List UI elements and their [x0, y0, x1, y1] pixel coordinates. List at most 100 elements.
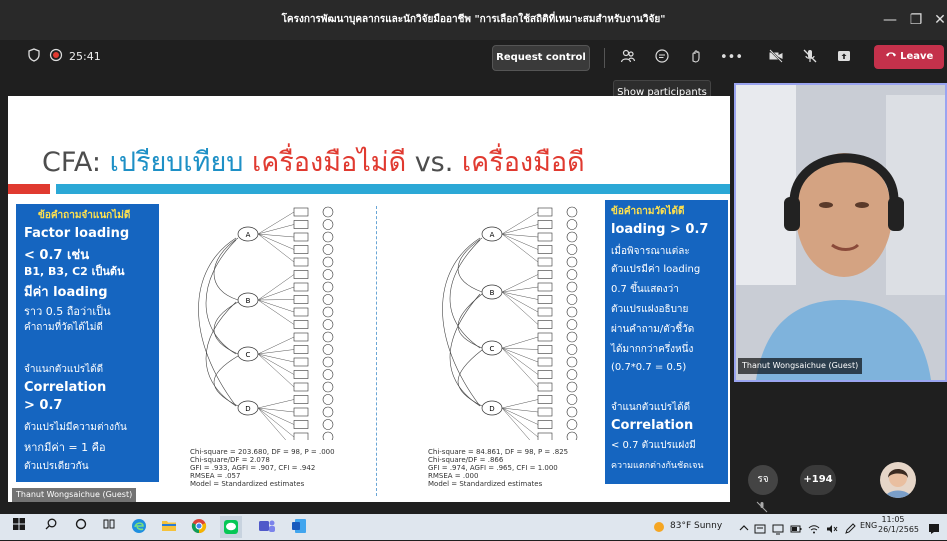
search-icon[interactable] [42, 518, 60, 536]
edge-icon[interactable] [130, 518, 148, 536]
meeting-timer: 25:41 [69, 50, 101, 63]
loading-path [501, 233, 539, 263]
participant-video[interactable] [734, 83, 947, 382]
word-icon[interactable] [290, 518, 308, 536]
indicator-box [537, 395, 553, 404]
meeting-toolbar: 25:41 Request control ••• Leave [0, 40, 947, 76]
cfa-diagram-right: A B C D [442, 206, 578, 440]
fit-statistic: RMSEA = .000 [428, 472, 479, 480]
indicator-box [293, 382, 309, 392]
slide-title: CFA: เปรียบเทียบ เครื่องมือไม่ดี vs. เคร… [42, 140, 585, 183]
left-box-line: หากมีค่า = 1 คือ [24, 441, 106, 454]
indicator-box [537, 332, 553, 342]
maximize-button[interactable]: ❐ [904, 8, 928, 32]
error-term-node [322, 369, 334, 380]
factor-label: B [246, 297, 251, 305]
loading-path [501, 211, 539, 235]
slide-divider [376, 206, 377, 496]
indicator-box [537, 320, 553, 329]
participant-photo-avatar[interactable] [880, 462, 916, 498]
line-app-icon[interactable] [220, 516, 242, 538]
camera-off-icon[interactable] [766, 48, 786, 68]
mic-muted-icon[interactable] [800, 48, 820, 68]
loading-path [257, 274, 295, 301]
factor-label: A [490, 231, 495, 239]
loading-path [501, 347, 539, 388]
leave-button[interactable]: Leave [874, 45, 944, 69]
left-explanation-box: ข้อคำถามจำแนกไม่ดี Factor loading < 0.7 … [16, 204, 159, 482]
right-box-line: ผ่านคำถาม/ตัวชี้วัด [611, 324, 695, 335]
reactions-icon[interactable] [686, 48, 706, 68]
request-control-button[interactable]: Request control [492, 45, 590, 71]
loading-path [257, 407, 295, 438]
slide-title-vs: vs. [406, 147, 462, 178]
loading-path [257, 299, 295, 313]
error-term-node [322, 319, 334, 330]
fit-statistic: Chi-square/DF = .866 [428, 456, 504, 464]
pen-icon[interactable] [844, 520, 856, 534]
error-term-node [566, 369, 578, 380]
chevron-up-icon[interactable] [738, 519, 752, 533]
error-term-node [322, 406, 334, 418]
loading-path [501, 407, 539, 425]
more-options-button[interactable]: ••• [720, 48, 743, 68]
indicator-box [537, 270, 553, 279]
tray-screen-icon[interactable] [772, 520, 784, 535]
volume-muted-icon[interactable] [826, 520, 838, 533]
file-explorer-icon[interactable] [160, 518, 178, 536]
loading-path [257, 299, 295, 301]
minimize-button[interactable]: — [878, 8, 902, 32]
battery-icon[interactable] [790, 520, 802, 533]
left-box-line: Correlation [24, 380, 107, 395]
indicator-box [293, 257, 309, 267]
factor-node: C [481, 340, 503, 356]
sun-icon[interactable] [652, 519, 666, 533]
more-participants-badge[interactable]: +194 [800, 465, 836, 495]
wifi-icon[interactable] [808, 520, 820, 534]
right-box-line: ตัวแปรแฝงอธิบาย [611, 304, 689, 315]
chrome-icon[interactable] [190, 518, 208, 536]
loading-path [257, 299, 295, 325]
start-icon[interactable] [10, 518, 28, 536]
loading-path [257, 407, 295, 413]
loading-path [501, 291, 539, 313]
chat-icon[interactable] [652, 48, 672, 68]
error-term-node [566, 206, 578, 218]
right-box-line: loading > 0.7 [611, 222, 709, 237]
loading-path [501, 347, 539, 375]
factor-node: D [481, 400, 503, 416]
teams-icon[interactable] [258, 518, 276, 536]
weather-label[interactable]: 83°F Sunny [670, 521, 722, 531]
share-screen-icon[interactable] [834, 48, 854, 68]
tray-app-icon[interactable] [754, 520, 766, 534]
factor-node: A [237, 226, 259, 242]
task-view-icon[interactable] [100, 518, 118, 536]
notifications-icon[interactable] [928, 520, 942, 534]
toolbar-divider [604, 48, 605, 68]
error-term-node [322, 431, 334, 440]
factor-label: C [246, 351, 251, 359]
fit-statistic: Model = Standardized estimates [428, 480, 543, 488]
clock[interactable]: 11:05 26/1/2565 [878, 515, 919, 535]
error-term-node [322, 356, 334, 368]
participant-avatar[interactable]: รจ [748, 465, 778, 495]
indicator-box [293, 295, 309, 304]
loading-path [257, 353, 295, 388]
factor-label: D [245, 405, 250, 413]
cortana-icon[interactable] [72, 518, 90, 536]
indicator-box [537, 282, 553, 292]
indicator-box [537, 357, 553, 367]
error-term-node [566, 281, 578, 293]
right-box-line: 0.7 ขึ้นแสดงว่า [611, 284, 679, 295]
participants-icon[interactable] [618, 48, 638, 68]
loading-path [501, 347, 539, 363]
shield-icon[interactable] [24, 48, 44, 68]
language-indicator[interactable]: ENG [860, 521, 877, 530]
loading-path [501, 407, 531, 440]
error-term-node [566, 344, 578, 355]
factor-node: C [237, 346, 259, 362]
close-button[interactable]: ✕ [928, 8, 947, 32]
loading-path [257, 399, 295, 409]
indicator-box [537, 307, 553, 317]
loading-path [257, 211, 295, 235]
